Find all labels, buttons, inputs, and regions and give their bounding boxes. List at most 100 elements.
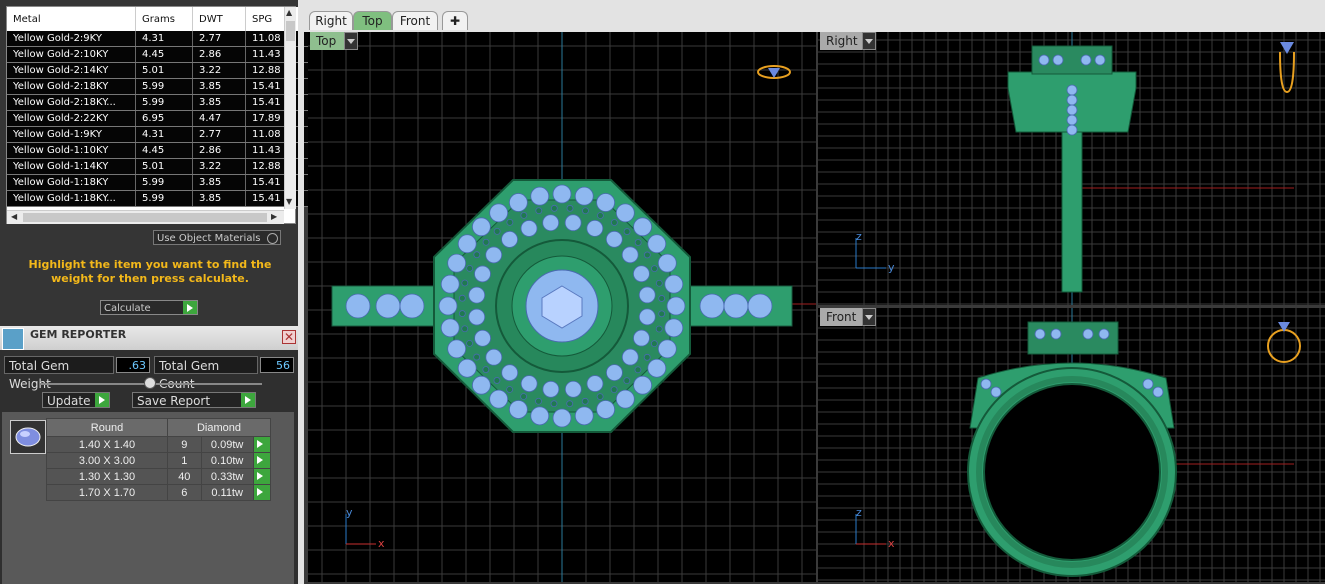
close-icon[interactable]: ✕	[282, 330, 296, 344]
table-cell: 4.31	[135, 126, 193, 143]
gem-reporter-title: GEM REPORTER	[30, 328, 127, 341]
axis-label-x: x	[888, 537, 895, 550]
tab-top[interactable]: Top	[353, 11, 392, 30]
table-row[interactable]: Yellow Gold-1:18KY 5.99 3.85 15.41	[7, 174, 311, 191]
table-row[interactable]: Yellow Gold-1:9KY 4.31 2.77 11.08	[7, 126, 311, 143]
add-tab-icon[interactable]: ✚	[442, 11, 468, 30]
total-gem-weight-label: Total Gem Weight	[4, 356, 114, 391]
chevron-down-icon[interactable]	[862, 308, 876, 326]
axis-label-z: z	[856, 230, 862, 243]
gem-row[interactable]: 3.00 X 3.00 1 0.10tw	[46, 452, 272, 469]
table-cell: Yellow Gold-1:10KY	[7, 142, 136, 159]
table-cell: 5.99	[135, 78, 193, 95]
gem-cell: 0.09tw	[200, 436, 254, 453]
table-cell: 3.85	[192, 190, 246, 207]
table-cell: 4.45	[135, 46, 193, 63]
scroll-right-icon[interactable]: ▶	[271, 212, 277, 221]
table-cell: 2.77	[192, 31, 246, 47]
gem-cell: 40	[167, 468, 202, 485]
gem-cell: 0.10tw	[200, 452, 254, 469]
gem-row[interactable]: 1.40 X 1.40 9 0.09tw	[46, 436, 272, 453]
column-header-dwt[interactable]: DWT	[192, 7, 246, 31]
viewport-right-label[interactable]: Right	[820, 32, 864, 50]
viewport-right[interactable]: z y Right	[818, 32, 1325, 305]
table-cell: Yellow Gold-2:10KY	[7, 46, 136, 63]
play-icon[interactable]	[252, 468, 272, 485]
gem-cell: 0.11tw	[200, 484, 254, 501]
table-row[interactable]: Yellow Gold-2:9KY 4.31 2.77 11.08	[7, 31, 311, 47]
panel-divider[interactable]	[298, 0, 304, 584]
update-button[interactable]: Update	[42, 392, 110, 408]
top-view-canvas	[308, 32, 816, 582]
gem-cell: 1	[167, 452, 202, 469]
table-cell: 5.01	[135, 158, 193, 175]
gem-cell: 1.30 X 1.30	[46, 468, 168, 485]
gem-cell: 9	[167, 436, 202, 453]
table-cell: 5.99	[135, 94, 193, 111]
total-gem-count-value: 56	[260, 357, 294, 373]
gem-row[interactable]: 1.30 X 1.30 40 0.33tw	[46, 468, 272, 485]
gem-cell: 3.00 X 3.00	[46, 452, 168, 469]
play-icon[interactable]	[95, 393, 109, 407]
viewport-top-label[interactable]: Top	[310, 32, 348, 50]
total-gem-weight-value: .63	[116, 357, 150, 373]
hscroll-thumb[interactable]	[23, 213, 267, 222]
table-cell: 5.99	[135, 174, 193, 191]
play-icon[interactable]	[252, 436, 272, 453]
table-cell: Yellow Gold-2:14KY	[7, 62, 136, 79]
radio-icon[interactable]	[267, 233, 278, 244]
table-row[interactable]: Yellow Gold-1:18KY... 5.99 3.85 15.41	[7, 190, 311, 207]
play-icon[interactable]	[183, 301, 197, 314]
update-label: Update	[47, 394, 91, 408]
table-cell: 2.86	[192, 142, 246, 159]
table-cell: 3.22	[192, 158, 246, 175]
play-icon[interactable]	[241, 393, 255, 407]
save-report-button[interactable]: Save Report	[132, 392, 256, 408]
table-row[interactable]: Yellow Gold-1:14KY 5.01 3.22 12.88	[7, 158, 311, 175]
viewport-top[interactable]: y x Top	[308, 32, 816, 582]
scroll-left-icon[interactable]: ◀	[11, 212, 17, 221]
scroll-down-icon[interactable]: ▼	[286, 197, 292, 206]
chevron-down-icon[interactable]	[862, 32, 876, 50]
table-row[interactable]: Yellow Gold-2:18KY 5.99 3.85 15.41	[7, 78, 311, 95]
chevron-down-icon[interactable]	[344, 32, 358, 50]
calculate-button[interactable]: Calculate	[100, 300, 198, 315]
scroll-thumb[interactable]	[286, 21, 295, 41]
play-icon[interactable]	[252, 452, 272, 469]
viewport-front-label[interactable]: Front	[820, 308, 866, 326]
metal-weight-list[interactable]: Metal Grams DWT SPG Yellow Gold-2:9KY 4.3…	[6, 6, 311, 224]
vertical-scrollbar[interactable]: ▲ ▼	[284, 7, 296, 209]
table-cell: 6.95	[135, 110, 193, 127]
table-row[interactable]: Yellow Gold-2:14KY 5.01 3.22 12.88	[7, 62, 311, 79]
table-row[interactable]: Yellow Gold-2:22KY 6.95 4.47 17.89	[7, 110, 311, 127]
horizontal-scrollbar[interactable]: ◀ ▶	[7, 210, 284, 224]
table-cell: Yellow Gold-1:18KY	[7, 174, 136, 191]
table-cell: Yellow Gold-2:9KY	[7, 31, 136, 47]
gem-row[interactable]: 1.70 X 1.70 6 0.11tw	[46, 484, 272, 501]
table-row[interactable]: Yellow Gold-2:18KY... 5.99 3.85 15.41	[7, 94, 311, 111]
axis-label-y: y	[888, 261, 895, 274]
gem-header-type: Diamond	[167, 418, 271, 437]
table-row[interactable]: Yellow Gold-1:10KY 4.45 2.86 11.43	[7, 142, 311, 159]
gem-cell: 1.40 X 1.40	[46, 436, 168, 453]
gem-reporter-icon	[2, 328, 24, 350]
gem-cell: 1.70 X 1.70	[46, 484, 168, 501]
table-cell: Yellow Gold-1:18KY...	[7, 190, 136, 207]
column-header-grams[interactable]: Grams	[135, 7, 193, 31]
table-cell: 3.85	[192, 174, 246, 191]
table-row[interactable]: Yellow Gold-2:10KY 4.45 2.86 11.43	[7, 46, 311, 63]
axis-label-z: z	[856, 506, 862, 519]
column-header-metal[interactable]: Metal	[7, 7, 136, 31]
gem-table: Round Diamond 1.40 X 1.40 9 0.09tw 3.00 X 3…	[46, 418, 272, 501]
play-icon[interactable]	[252, 484, 272, 501]
axis-label-x: x	[378, 537, 385, 550]
tab-right[interactable]: Right	[309, 11, 353, 30]
gem-reporter-header: GEM REPORTER	[0, 326, 298, 350]
table-cell: 2.77	[192, 126, 246, 143]
scroll-up-icon[interactable]: ▲	[286, 8, 292, 17]
use-object-materials-toggle[interactable]: Use Object Materials	[153, 230, 281, 245]
viewport-front[interactable]: z x Front	[818, 308, 1325, 582]
table-cell: 4.31	[135, 31, 193, 47]
report-slider-handle[interactable]	[144, 377, 156, 389]
tab-front[interactable]: Front	[392, 11, 438, 30]
